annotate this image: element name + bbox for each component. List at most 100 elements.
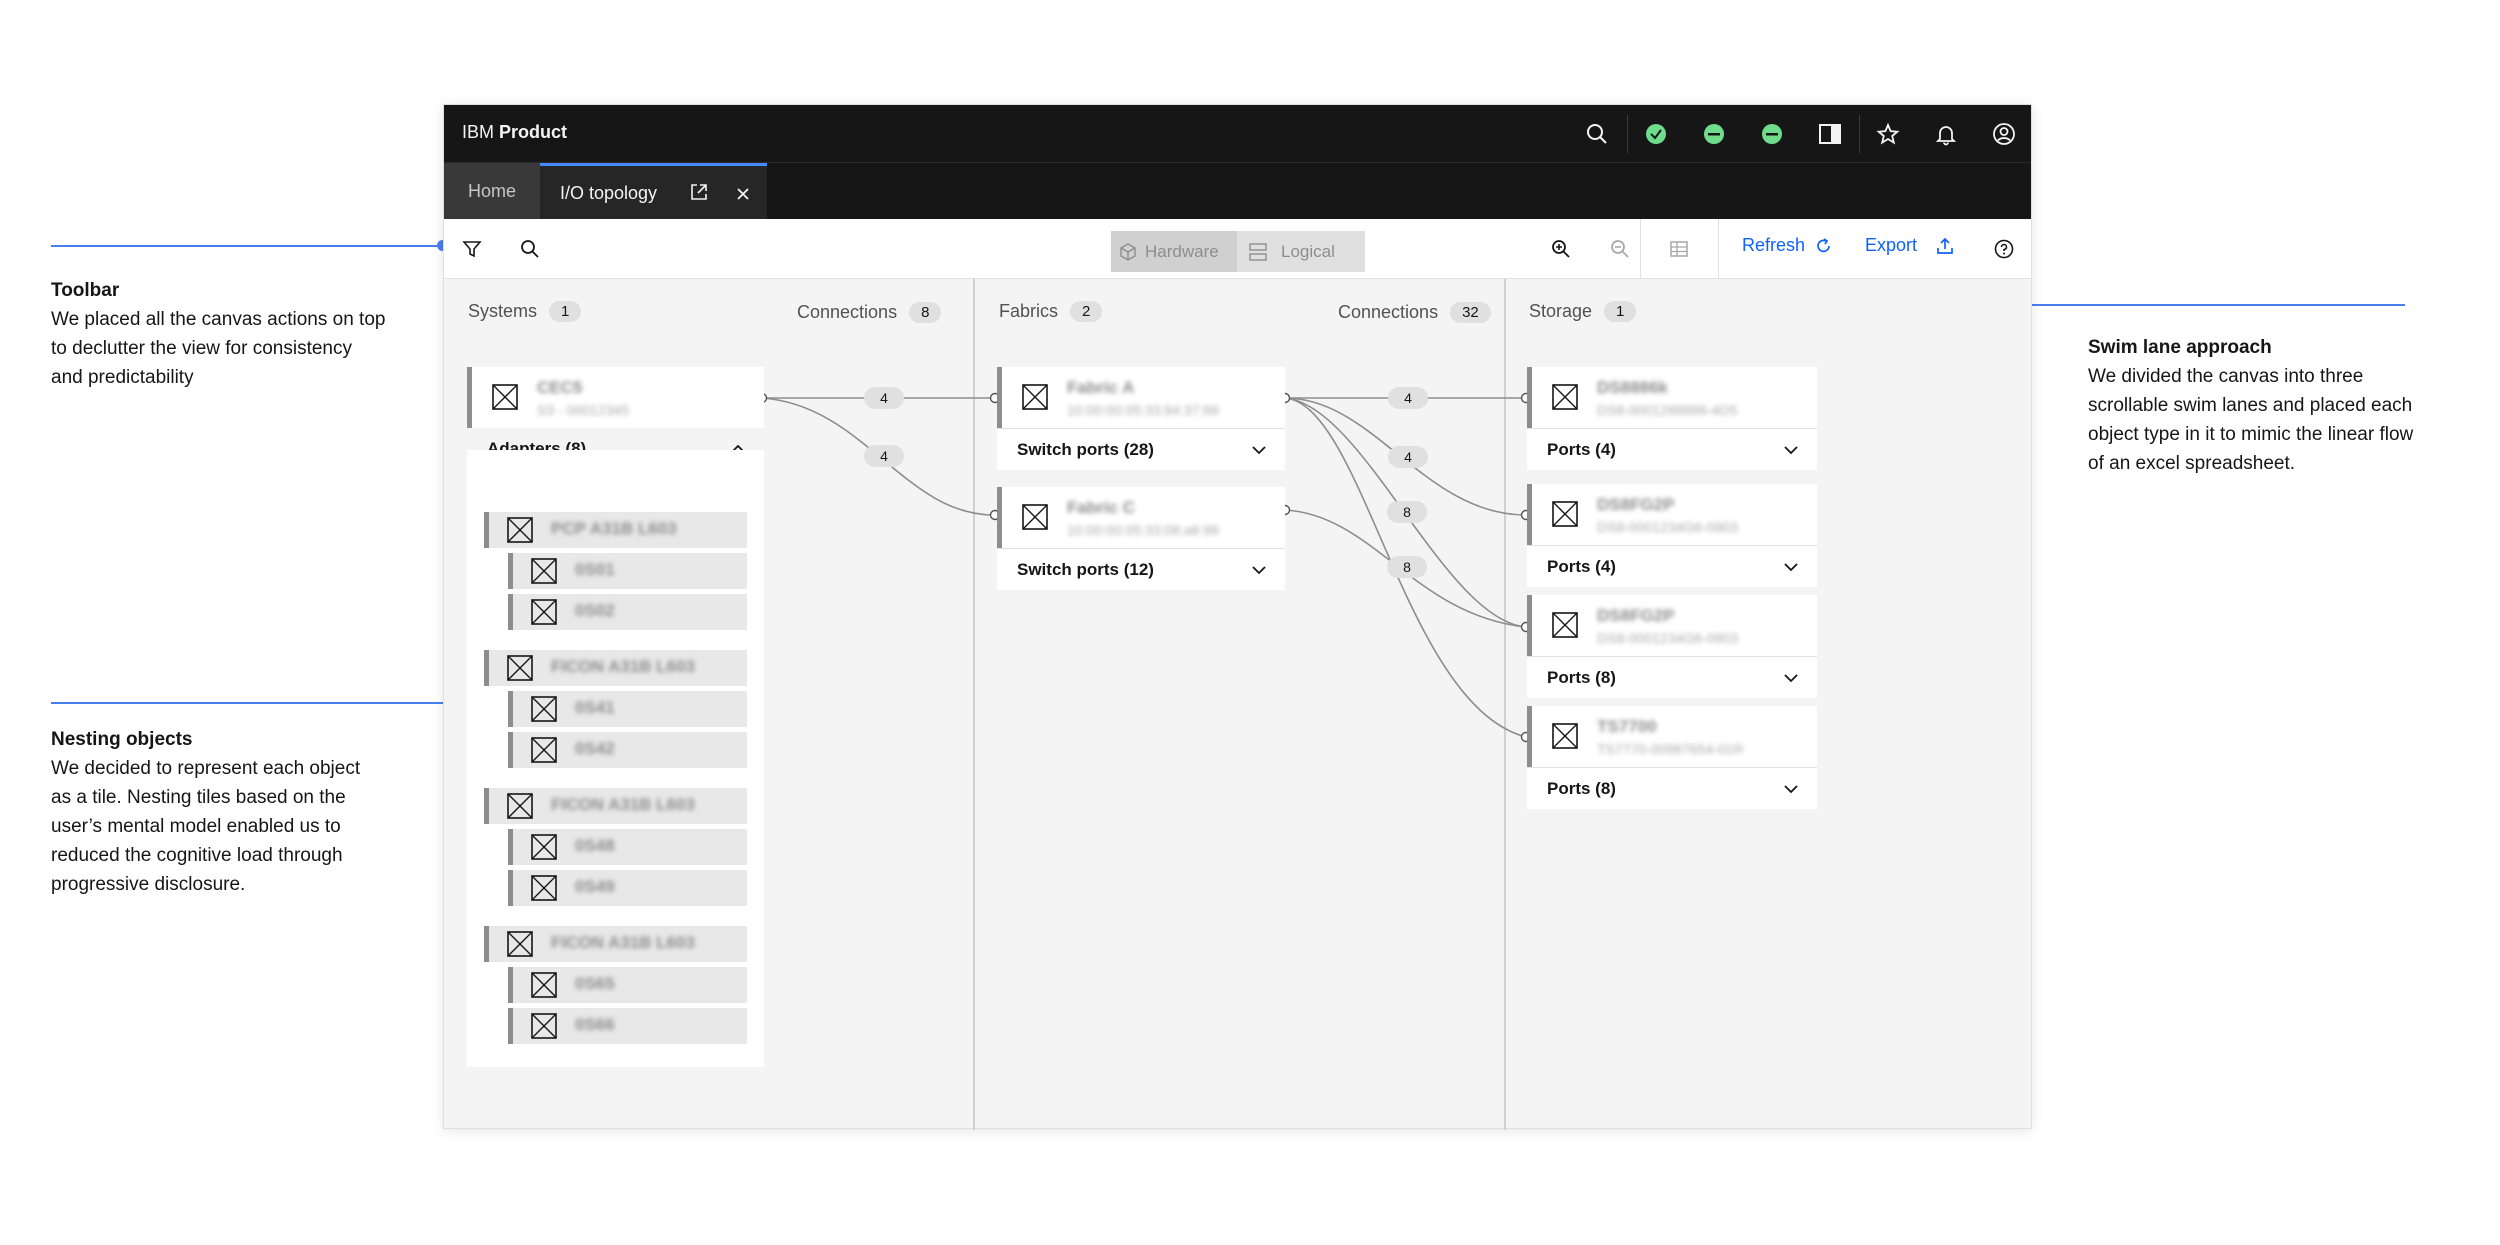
app-window: IBM Product Home I/O topology Hardware L… bbox=[443, 104, 2032, 1130]
connection-count-badge[interactable]: 4 bbox=[1388, 446, 1428, 468]
port-name: 0S65 bbox=[575, 974, 615, 993]
placeholder-icon bbox=[531, 599, 557, 625]
connection-count-badge[interactable]: 4 bbox=[864, 387, 904, 409]
ports-label: Ports (4) bbox=[1547, 439, 1616, 459]
placeholder-icon bbox=[531, 972, 557, 998]
annotation-line: reduced the cognitive load through bbox=[51, 845, 343, 866]
annotation-line: progressive disclosure. bbox=[51, 874, 246, 895]
adapter-group[interactable]: FICON A31B L603 bbox=[484, 926, 747, 962]
connection-count-badge[interactable]: 8 bbox=[1387, 501, 1427, 523]
node-name: Fabric C bbox=[1067, 498, 1136, 517]
ports-label: Switch ports (28) bbox=[1017, 439, 1154, 459]
annotation-title: Toolbar bbox=[51, 280, 120, 301]
adapter-port[interactable]: 0S48 bbox=[508, 829, 747, 865]
port-name: 0S42 bbox=[575, 739, 615, 758]
placeholder-icon bbox=[531, 834, 557, 860]
node-name: DS8886k bbox=[1597, 378, 1668, 397]
placeholder-icon bbox=[1552, 723, 1578, 749]
ports-toggle[interactable]: Switch ports (12) bbox=[997, 548, 1285, 590]
connection-count-badge[interactable]: 4 bbox=[864, 445, 904, 467]
node-subtitle: TS7770-00987654-01R bbox=[1597, 741, 1744, 757]
adapter-group[interactable]: FICON A31B L603 bbox=[484, 788, 747, 824]
adapter-port[interactable]: 0S02 bbox=[508, 594, 747, 630]
ports-toggle[interactable]: Ports (4) bbox=[1527, 545, 1817, 587]
placeholder-icon bbox=[531, 737, 557, 763]
node-header[interactable]: TS7700 TS7770-00987654-01R bbox=[1527, 706, 1817, 767]
placeholder-icon bbox=[1552, 612, 1578, 638]
annotation-line: object type in it to mimic the linear fl… bbox=[2088, 424, 2414, 445]
annotation-line: We divided the canvas into three bbox=[2088, 366, 2364, 387]
annotation-line: We placed all the canvas actions on top bbox=[51, 309, 386, 330]
ports-toggle[interactable]: Ports (8) bbox=[1527, 656, 1817, 698]
toolbar-annotation: Toolbar We placed all the canvas actions… bbox=[51, 276, 401, 392]
adapter-port[interactable]: 0S49 bbox=[508, 870, 747, 906]
fabric-node[interactable]: Fabric A 10:00:00:05:33:84:37:68 Switch … bbox=[997, 367, 1285, 470]
ports-label: Ports (8) bbox=[1547, 778, 1616, 798]
placeholder-icon bbox=[492, 384, 518, 410]
ports-toggle[interactable]: Ports (8) bbox=[1527, 767, 1817, 809]
toolbar-annotation-line bbox=[51, 245, 441, 247]
adapter-name: PCP A31B L603 bbox=[551, 519, 677, 538]
ports-toggle[interactable]: Switch ports (28) bbox=[997, 428, 1285, 470]
placeholder-icon bbox=[507, 517, 533, 543]
storage-node[interactable]: DS8FG2P DS8-0001234G6-0903 Ports (4) bbox=[1527, 484, 1817, 587]
adapter-port[interactable]: 0S01 bbox=[508, 553, 747, 589]
port-name: 0S49 bbox=[575, 877, 615, 896]
placeholder-icon bbox=[1022, 504, 1048, 530]
node-subtitle: 10:00:00:05:33:84:37:68 bbox=[1067, 402, 1219, 418]
annotation-title: Nesting objects bbox=[51, 729, 193, 750]
node-header[interactable]: Fabric A 10:00:00:05:33:84:37:68 bbox=[997, 367, 1285, 428]
node-subtitle: DS8-0001234G6-0903 bbox=[1597, 519, 1738, 535]
chevron-down-icon bbox=[1784, 673, 1798, 682]
adapter-name: FICON A31B L603 bbox=[551, 657, 695, 676]
node-name: CEC5 bbox=[537, 378, 583, 397]
annotation-line: and predictability bbox=[51, 367, 194, 388]
adapter-port[interactable]: 0S41 bbox=[508, 691, 747, 727]
port-name: 0S48 bbox=[575, 836, 615, 855]
annotation-title: Swim lane approach bbox=[2088, 337, 2272, 358]
connection-count-badge[interactable]: 8 bbox=[1387, 556, 1427, 578]
node-subtitle: 10:00:00:05:33:08:a8:98 bbox=[1067, 522, 1219, 538]
nesting-annotation: Nesting objects We decided to represent … bbox=[51, 725, 401, 899]
placeholder-icon bbox=[531, 696, 557, 722]
annotation-line: user’s mental model enabled us to bbox=[51, 816, 341, 837]
adapter-port[interactable]: 0S66 bbox=[508, 1008, 747, 1044]
adapter-group[interactable]: PCP A31B L603 bbox=[484, 512, 747, 548]
ports-toggle[interactable]: Ports (4) bbox=[1527, 428, 1817, 470]
node-subtitle: DS8-0001234G6-0903 bbox=[1597, 630, 1738, 646]
placeholder-icon bbox=[507, 655, 533, 681]
adapter-port[interactable]: 0S65 bbox=[508, 967, 747, 1003]
placeholder-icon bbox=[531, 875, 557, 901]
port-name: 0S02 bbox=[575, 601, 615, 620]
ports-label: Ports (8) bbox=[1547, 667, 1616, 687]
adapter-name: FICON A31B L603 bbox=[551, 933, 695, 952]
node-name: Fabric A bbox=[1067, 378, 1135, 397]
nesting-annotation-line bbox=[51, 702, 468, 704]
storage-node[interactable]: DS8886k DS8-0001288886-4D5 Ports (4) bbox=[1527, 367, 1817, 470]
annotation-line: as a tile. Nesting tiles based on the bbox=[51, 787, 346, 808]
storage-node[interactable]: TS7700 TS7770-00987654-01R Ports (8) bbox=[1527, 706, 1817, 809]
node-header[interactable]: DS8886k DS8-0001288886-4D5 bbox=[1527, 367, 1817, 428]
node-name: TS7700 bbox=[1597, 717, 1657, 736]
chevron-down-icon bbox=[1252, 565, 1266, 574]
adapter-port[interactable]: 0S42 bbox=[508, 732, 747, 768]
ports-label: Ports (4) bbox=[1547, 556, 1616, 576]
node-header[interactable]: Fabric C 10:00:00:05:33:08:a8:98 bbox=[997, 487, 1285, 548]
chevron-down-icon bbox=[1784, 445, 1798, 454]
annotation-line: scrollable swim lanes and placed each bbox=[2088, 395, 2413, 416]
annotation-line: to declutter the view for consistency bbox=[51, 338, 352, 359]
node-header[interactable]: CEC5 S3 - 00012345 bbox=[467, 367, 764, 428]
node-name: DS8FG2P bbox=[1597, 495, 1675, 514]
node-header[interactable]: DS8FG2P DS8-0001234G6-0903 bbox=[1527, 484, 1817, 545]
connection-count-badge[interactable]: 4 bbox=[1388, 387, 1428, 409]
swim-annotation: Swim lane approach We divided the canvas… bbox=[2088, 333, 2488, 478]
adapter-group[interactable]: FICON A31B L603 bbox=[484, 650, 747, 686]
fabric-node[interactable]: Fabric C 10:00:00:05:33:08:a8:98 Switch … bbox=[997, 487, 1285, 590]
placeholder-icon bbox=[1552, 501, 1578, 527]
chevron-down-icon bbox=[1252, 445, 1266, 454]
annotation-line: We decided to represent each object bbox=[51, 758, 361, 779]
storage-node[interactable]: DS8FG2P DS8-0001234G6-0903 Ports (8) bbox=[1527, 595, 1817, 698]
node-header[interactable]: DS8FG2P DS8-0001234G6-0903 bbox=[1527, 595, 1817, 656]
placeholder-icon bbox=[531, 558, 557, 584]
ports-label: Switch ports (12) bbox=[1017, 559, 1154, 579]
